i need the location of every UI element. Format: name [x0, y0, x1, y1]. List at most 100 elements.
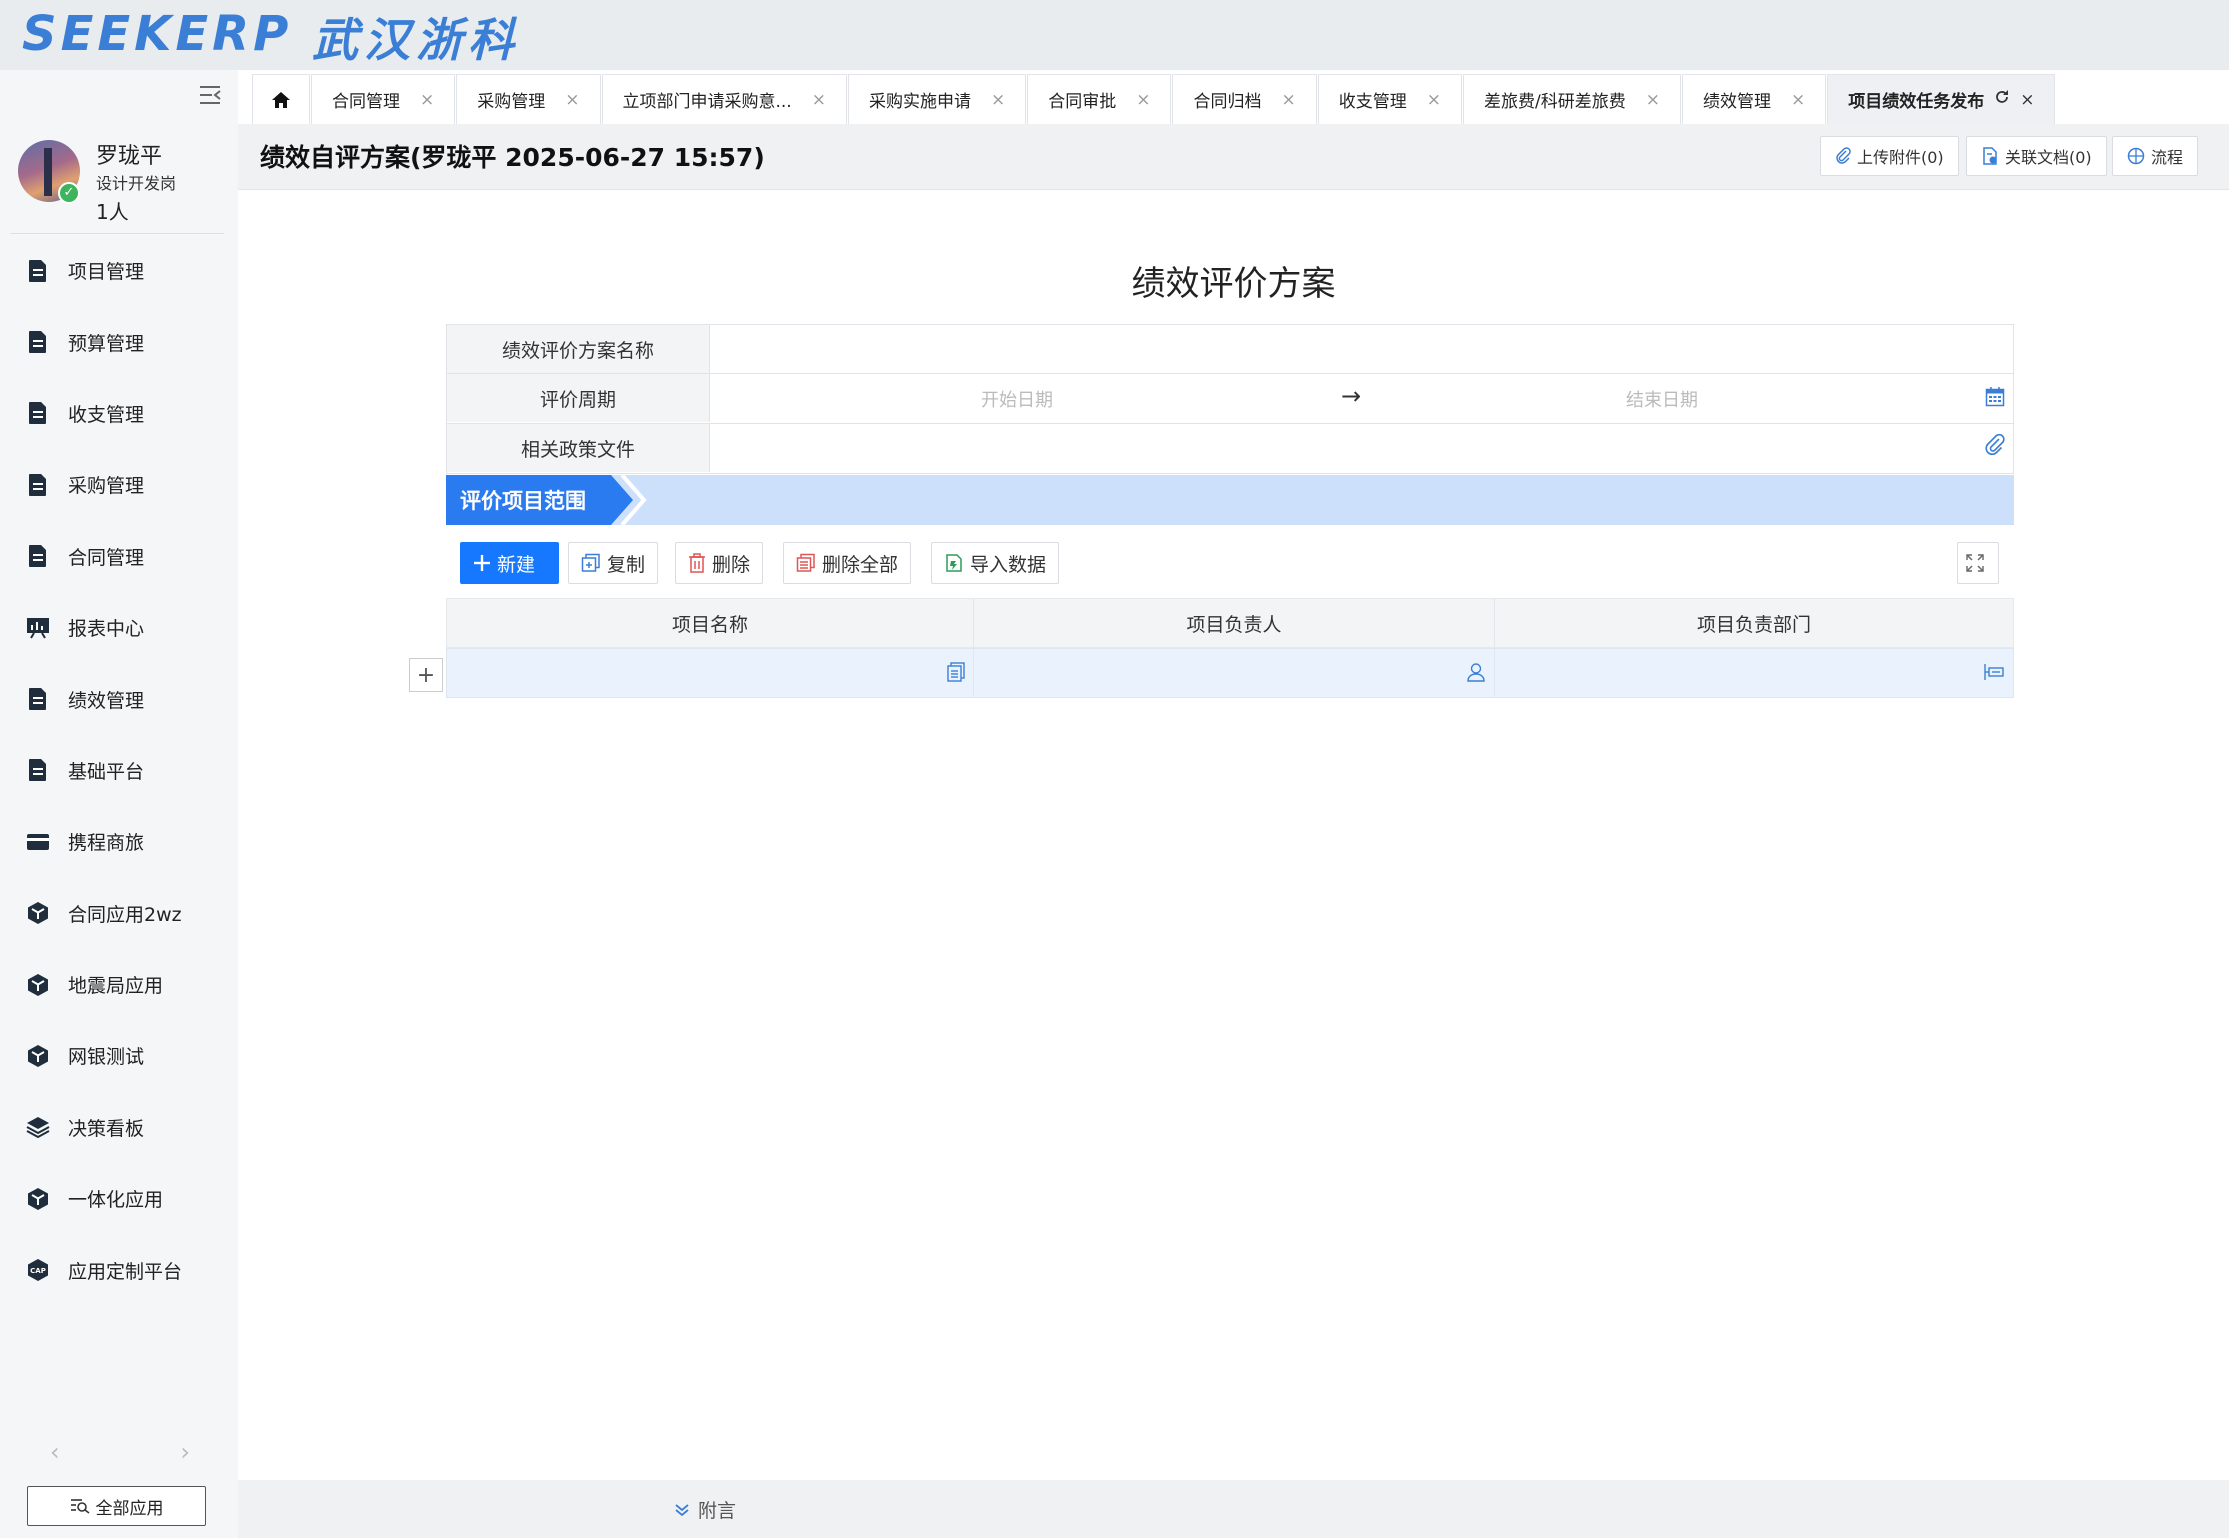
page-title: 绩效自评方案(罗珑平 2025-06-27 15:57): [260, 143, 765, 172]
delete-button[interactable]: 删除: [675, 542, 764, 584]
flow-label: 流程: [2151, 148, 2184, 167]
expand-icon: [1966, 554, 1984, 572]
plan-name-row: 绩效评价方案名称: [446, 324, 2014, 374]
tab-dept-purchase[interactable]: 立项部门申请采购意... ×: [601, 74, 847, 124]
close-icon[interactable]: ×: [420, 90, 434, 110]
tab-label: 差旅费/科研差旅费: [1483, 92, 1626, 112]
sidebar-item-integrated[interactable]: 一体化应用: [0, 1163, 238, 1234]
sidebar-item-reports[interactable]: 报表中心: [0, 592, 238, 663]
sidebar-item-custom-platform[interactable]: CAP 应用定制平台: [0, 1234, 238, 1305]
tab-contract-approval[interactable]: 合同审批 ×: [1027, 74, 1172, 124]
add-row-button[interactable]: +: [409, 658, 443, 692]
sidebar-item-label: 合同管理: [68, 546, 145, 569]
sidebar-item-label: 一体化应用: [68, 1189, 164, 1212]
close-icon[interactable]: ×: [1427, 90, 1441, 110]
document-icon: [26, 401, 50, 425]
chevron-right-icon[interactable]: ›: [180, 1438, 190, 1466]
end-date-input[interactable]: 结束日期: [1626, 386, 1698, 412]
top-header: SEEKERP 武汉浙科: [0, 0, 2229, 70]
project-name-cell[interactable]: [447, 649, 974, 697]
calendar-icon[interactable]: [1985, 386, 2005, 412]
user-role: 设计开发岗: [96, 174, 177, 193]
department-icon[interactable]: [1983, 662, 2005, 686]
tab-income[interactable]: 收支管理 ×: [1317, 74, 1462, 124]
tab-contract[interactable]: 合同管理 ×: [311, 74, 456, 124]
plan-name-input[interactable]: [711, 325, 2013, 373]
import-data-button[interactable]: 导入数据: [931, 542, 1060, 584]
sidebar-item-purchase[interactable]: 采购管理: [0, 449, 238, 520]
tab-contract-archive[interactable]: 合同归档 ×: [1172, 74, 1317, 124]
paperclip-icon[interactable]: [1985, 433, 2005, 460]
upload-label: 上传附件(0): [1857, 148, 1944, 167]
document-list-icon[interactable]: [947, 662, 965, 686]
sidebar-item-performance[interactable]: 绩效管理: [0, 663, 238, 734]
period-row: 评价周期 开始日期 → 结束日期: [446, 374, 2014, 424]
sidebar-item-contract[interactable]: 合同管理: [0, 521, 238, 592]
tab-label: 合同审批: [1048, 92, 1117, 112]
chevron-left-icon[interactable]: ‹: [50, 1438, 60, 1466]
policy-file-input[interactable]: [711, 424, 2013, 472]
column-project-owner[interactable]: 项目负责人: [974, 599, 1495, 647]
sidebar-item-label: 绩效管理: [68, 689, 145, 712]
project-dept-cell[interactable]: [1495, 649, 2013, 697]
tab-project-performance-task[interactable]: 项目绩效任务发布 ×: [1827, 74, 2056, 124]
close-icon[interactable]: ×: [812, 90, 826, 110]
page-header: 绩效自评方案(罗珑平 2025-06-27 15:57) 上传附件(0) 关联文…: [238, 124, 2229, 190]
section-title: 评价项目范围: [446, 475, 611, 525]
workflow-button[interactable]: 流程: [2112, 136, 2199, 176]
cube-icon: [26, 901, 50, 925]
date-range-picker[interactable]: 开始日期 → 结束日期: [711, 374, 2013, 422]
cap-icon: CAP: [26, 1258, 50, 1282]
note-toggle[interactable]: 附言: [674, 1496, 736, 1523]
column-project-name[interactable]: 项目名称: [447, 599, 974, 647]
tab-purchase-impl[interactable]: 采购实施申请 ×: [847, 74, 1027, 124]
form-title: 绩效评价方案: [1131, 264, 1336, 304]
related-docs-button[interactable]: 关联文档(0): [1966, 136, 2107, 176]
tab-label: 合同归档: [1193, 92, 1262, 112]
new-button[interactable]: 新建: [460, 542, 559, 584]
sidebar-pager: ‹ ›: [50, 1438, 190, 1468]
cube-icon: [26, 1044, 50, 1068]
close-icon[interactable]: ×: [991, 90, 1005, 110]
online-check-icon: ✓: [58, 182, 80, 204]
sidebar-item-ctrip[interactable]: 携程商旅: [0, 806, 238, 877]
close-icon[interactable]: ×: [1136, 90, 1150, 110]
sidebar-item-contract-app[interactable]: 合同应用2wz: [0, 878, 238, 949]
home-icon: [272, 91, 290, 108]
document-icon: [26, 687, 50, 711]
close-icon[interactable]: ×: [1791, 90, 1805, 110]
close-icon[interactable]: ×: [1646, 90, 1660, 110]
tab-home[interactable]: [252, 74, 310, 124]
logo-text: SEEKERP: [22, 6, 293, 62]
trash-icon: [689, 553, 705, 573]
column-project-dept[interactable]: 项目负责部门: [1495, 599, 2013, 647]
sidebar-item-earthquake[interactable]: 地震局应用: [0, 949, 238, 1020]
user-icon[interactable]: [1466, 662, 1486, 686]
upload-attachment-button[interactable]: 上传附件(0): [1820, 136, 1959, 176]
project-owner-cell[interactable]: [974, 649, 1495, 697]
close-icon[interactable]: ×: [1281, 90, 1295, 110]
sidebar-item-platform[interactable]: 基础平台: [0, 735, 238, 806]
start-date-input[interactable]: 开始日期: [981, 386, 1053, 412]
refresh-icon[interactable]: [1994, 89, 2010, 110]
close-icon[interactable]: ×: [565, 90, 579, 110]
bottom-bar: 附言: [238, 1480, 2229, 1538]
close-icon[interactable]: ×: [2020, 90, 2034, 110]
sidebar-item-income[interactable]: 收支管理: [0, 378, 238, 449]
tab-label: 项目绩效任务发布: [1848, 92, 1985, 112]
tab-performance[interactable]: 绩效管理 ×: [1681, 74, 1827, 124]
sidebar-item-dashboard[interactable]: 决策看板: [0, 1092, 238, 1163]
sidebar-item-budget[interactable]: 预算管理: [0, 306, 238, 377]
all-apps-button[interactable]: 全部应用: [27, 1486, 206, 1526]
fullscreen-button[interactable]: [1957, 542, 1999, 584]
section-banner: 评价项目范围: [446, 475, 2014, 525]
tab-purchase[interactable]: 采购管理 ×: [456, 74, 601, 124]
arrow-right-icon: →: [1341, 382, 1362, 410]
policy-row: 相关政策文件: [446, 424, 2014, 474]
delete-all-button[interactable]: 删除全部: [783, 542, 912, 584]
user-profile[interactable]: ✓ 罗珑平 设计开发岗 1人: [18, 70, 228, 224]
related-label: 关联文档(0): [2005, 148, 2092, 167]
copy-button[interactable]: 复制: [568, 542, 659, 584]
sidebar-item-bank-test[interactable]: 网银测试: [0, 1020, 238, 1091]
tab-travel[interactable]: 差旅费/科研差旅费 ×: [1462, 74, 1681, 124]
